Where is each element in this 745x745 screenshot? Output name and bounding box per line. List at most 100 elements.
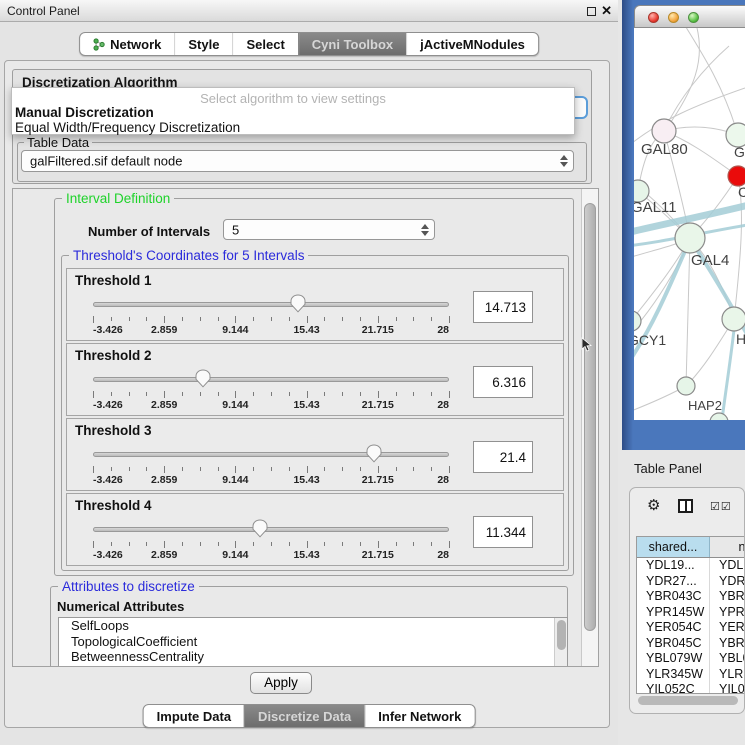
bottom-tab-impute-data[interactable]: Impute Data (144, 705, 244, 727)
attribute-item[interactable]: TopologicalCoefficient (59, 634, 567, 650)
network-node[interactable] (634, 311, 641, 331)
tab-label: Select (246, 37, 284, 52)
settings-scroll-area: Interval Definition Number of Intervals … (12, 188, 599, 667)
threshold-value-field[interactable]: 21.4 (473, 441, 533, 473)
table-row[interactable]: YIL052CYIL0 (637, 682, 745, 693)
vertical-scrollbar[interactable] (581, 189, 598, 666)
checkbox-icons[interactable]: ☑☑ (710, 500, 732, 513)
threshold-panel: Threshold 2 -3.4262.8599.14415.4321.7152… (66, 343, 564, 416)
network-node[interactable] (710, 413, 728, 420)
network-window-titlebar[interactable] (634, 5, 745, 28)
table-row[interactable]: YDR27...YDR2 (637, 574, 745, 590)
node-label: GA (734, 144, 745, 160)
slider-ticks (93, 466, 449, 474)
thresholds-group-title: Threshold's Coordinates for 5 Intervals (69, 248, 308, 263)
threshold-slider[interactable] (93, 518, 449, 540)
table-data-combobox[interactable]: galFiltered.sif default node (21, 150, 574, 172)
network-canvas[interactable]: GAL80GACGAL11GAL4GCY1HHAP2 (634, 28, 745, 420)
bottom-tab-infer-network[interactable]: Infer Network (364, 705, 474, 727)
slider-track[interactable] (93, 452, 449, 457)
threshold-slider[interactable] (93, 368, 449, 390)
threshold-value-field[interactable]: 11.344 (473, 516, 533, 548)
network-edge (666, 28, 699, 129)
tab-jactivemnodules[interactable]: jActiveMNodules (406, 33, 538, 55)
tab-label: Infer Network (378, 709, 461, 724)
threshold-slider[interactable] (93, 443, 449, 465)
top-tab-bar: Network Style Select Cyni ToolboxjActiveMNo… (79, 32, 539, 56)
table-row[interactable]: YER054CYER0 (637, 620, 745, 636)
table-row[interactable]: YPR145WYPR1 (637, 605, 745, 621)
attributes-scrollbar[interactable] (554, 618, 567, 667)
mac-close-icon[interactable] (648, 12, 659, 23)
slider-thumb[interactable] (195, 369, 211, 388)
column-header-shared-name[interactable]: shared... (637, 537, 710, 557)
table-rows: YDL19...YDL1YDR27...YDR2YBR043CYBR0YPR14… (637, 558, 745, 693)
gear-icon[interactable]: ⚙ (647, 496, 660, 514)
numerical-attributes-list[interactable]: SelfLoopsTopologicalCoefficientBetweenne… (58, 617, 568, 667)
cell-shared-name: YDL19... (637, 558, 710, 574)
threshold-value-field[interactable]: 6.316 (473, 366, 533, 398)
table-data-selected-value: galFiltered.sif default node (30, 154, 182, 169)
threshold-panel: Threshold 3 -3.4262.8599.14415.4321.7152… (66, 418, 564, 491)
slider-track[interactable] (93, 377, 449, 382)
float-window-icon[interactable] (587, 7, 596, 16)
spinner-arrows-icon (560, 155, 568, 167)
tab-label: Impute Data (157, 709, 231, 724)
mouse-cursor (581, 337, 592, 357)
cell-name: YBR0 (710, 636, 745, 652)
slider-ticks (93, 541, 449, 549)
column-header-name[interactable]: na (710, 537, 745, 557)
network-node[interactable] (652, 119, 676, 143)
table-row[interactable]: YBL079WYBL0 (637, 651, 745, 667)
table-row[interactable]: YBR045CYBR0 (637, 636, 745, 652)
network-node[interactable] (728, 166, 745, 186)
tab-style[interactable]: Style (174, 33, 232, 55)
mac-zoom-icon[interactable] (688, 12, 699, 23)
network-node[interactable] (722, 307, 745, 331)
cell-name: YLR3 (710, 667, 745, 683)
threshold-slider[interactable] (93, 293, 449, 315)
horizontal-scrollbar[interactable] (638, 696, 738, 705)
network-node[interactable] (677, 377, 695, 395)
apply-button[interactable]: Apply (250, 672, 312, 694)
threshold-label: Threshold 3 (75, 423, 152, 438)
table-row[interactable]: YDL19...YDL1 (637, 558, 745, 574)
network-edge (686, 238, 690, 386)
tab-select[interactable]: Select (232, 33, 297, 55)
cell-shared-name: YIL052C (637, 682, 710, 693)
network-icon (93, 38, 105, 51)
cell-shared-name: YER054C (637, 620, 710, 636)
tab-cyni-toolbox[interactable]: Cyni Toolbox (298, 33, 406, 55)
tab-network[interactable]: Network (80, 33, 174, 55)
cell-shared-name: YBR045C (637, 636, 710, 652)
menu-item-equal-width-frequency[interactable]: Equal Width/Frequency Discretization (15, 120, 240, 135)
threshold-value-field[interactable]: 14.713 (473, 291, 533, 323)
attribute-item[interactable]: SelfLoops (59, 618, 567, 634)
close-icon[interactable]: ✕ (601, 3, 612, 19)
attribute-item[interactable]: BetweennessCentrality (59, 649, 567, 665)
slider-track[interactable] (93, 527, 449, 532)
spinner-arrows-icon (421, 224, 429, 236)
algorithm-hint-text: Select algorithm to view settings (12, 91, 574, 106)
threshold-label: Threshold 1 (75, 273, 152, 288)
number-of-intervals-combobox[interactable]: 5 (223, 219, 435, 240)
slider-thumb[interactable] (252, 519, 268, 538)
cell-name: YIL0 (710, 682, 745, 693)
slider-ticks (93, 391, 449, 399)
mac-minimize-icon[interactable] (668, 12, 679, 23)
column-layout-icon[interactable] (678, 499, 693, 513)
node-label: H (736, 331, 745, 347)
cell-name: YPR1 (710, 605, 745, 621)
network-node[interactable] (675, 223, 705, 253)
slider-track[interactable] (93, 302, 449, 307)
tab-label: Style (188, 37, 219, 52)
menu-item-manual-discretization[interactable]: Manual Discretization (15, 105, 154, 120)
bottom-tab-discretize-data[interactable]: Discretize Data (244, 705, 364, 727)
table-row[interactable]: YBR043CYBR0 (637, 589, 745, 605)
slider-thumb[interactable] (366, 444, 382, 463)
network-view-window: GAL80GACGAL11GAL4GCY1HHAP2 (622, 0, 745, 450)
slider-thumb[interactable] (290, 294, 306, 313)
bottom-tab-bar: Impute Data Discretize Data Infer Network (143, 704, 476, 728)
table-row[interactable]: YLR345WYLR3 (637, 667, 745, 683)
table-panel-title: Table Panel (634, 461, 702, 476)
